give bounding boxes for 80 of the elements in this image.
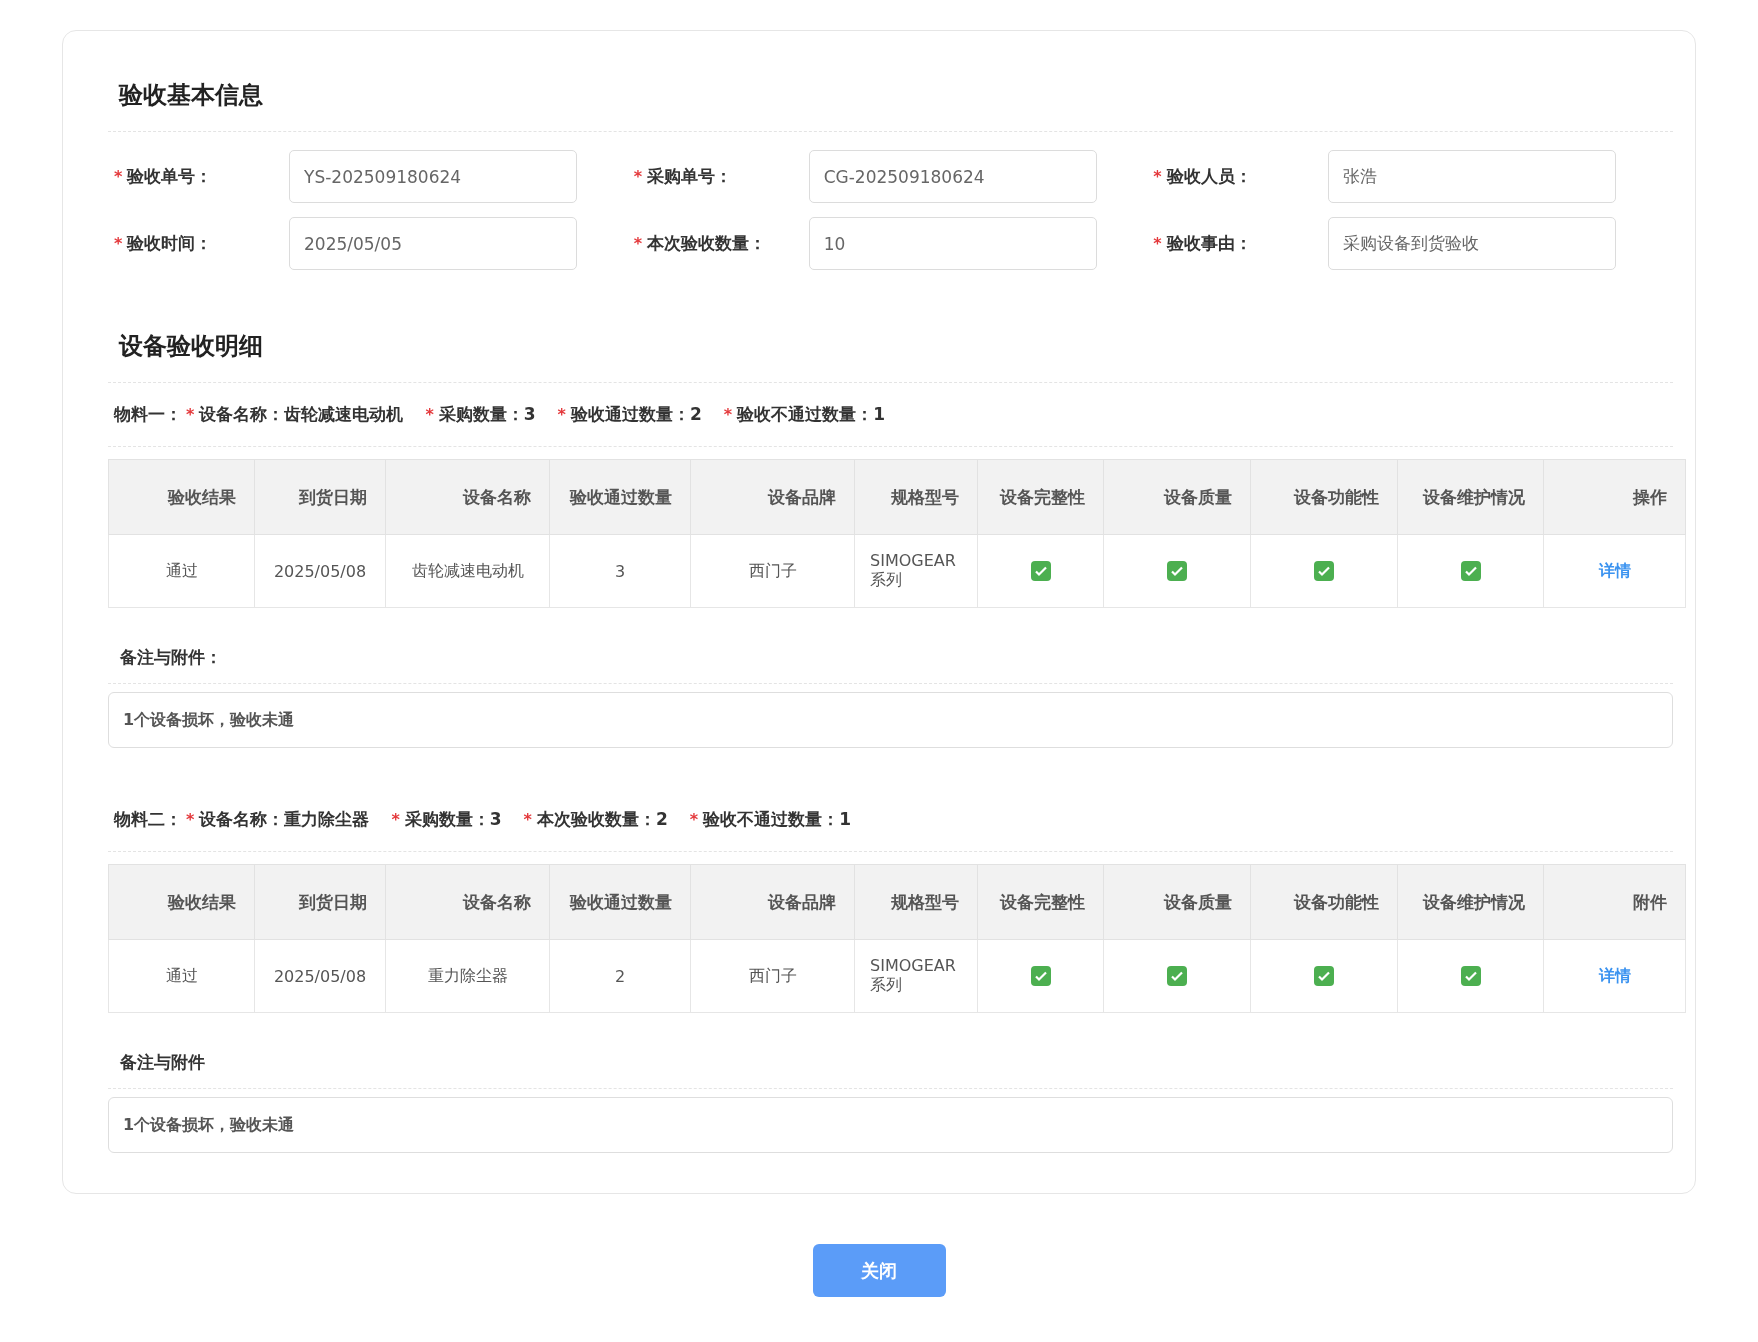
material-summary: * 验收通过数量：2 bbox=[557, 403, 702, 426]
check-icon bbox=[1170, 969, 1184, 984]
check-icon bbox=[1033, 969, 1048, 984]
column-header: 规格型号 bbox=[854, 864, 978, 940]
column-header: 验收结果 bbox=[108, 459, 255, 535]
table-cell: 2025/05/08 bbox=[254, 534, 386, 608]
checkbox[interactable] bbox=[1314, 966, 1334, 987]
check-icon bbox=[1463, 969, 1478, 984]
check-icon bbox=[1317, 969, 1331, 984]
column-header: 设备名称 bbox=[385, 864, 550, 940]
column-header: 设备功能性 bbox=[1250, 864, 1398, 940]
section-title: 设备验收明细 bbox=[108, 320, 1673, 383]
check-icon bbox=[1317, 564, 1331, 579]
checkbox[interactable] bbox=[1314, 561, 1334, 582]
section-title: 验收基本信息 bbox=[108, 69, 1673, 132]
table-cell: 西门子 bbox=[690, 939, 855, 1013]
input-field[interactable]: 采购设备到货验收 bbox=[1328, 217, 1617, 270]
input-field[interactable]: YS-202509180624 bbox=[289, 150, 577, 203]
table-cell: 2025/05/08 bbox=[254, 939, 386, 1013]
material-summary: * 本次验收数量：2 bbox=[523, 808, 668, 831]
table-cell: 通过 bbox=[108, 534, 255, 608]
field-label: * 验收人员： bbox=[1153, 165, 1253, 188]
input-field[interactable]: 2025/05/05 bbox=[289, 217, 577, 270]
table-cell: 西门子 bbox=[690, 534, 855, 608]
checkbox[interactable] bbox=[1167, 561, 1187, 582]
table-cell: 2 bbox=[549, 939, 691, 1013]
column-header: 验收通过数量 bbox=[549, 459, 691, 535]
column-header: 操作 bbox=[1543, 459, 1686, 535]
column-header: 设备质量 bbox=[1103, 864, 1251, 940]
column-header: 设备功能性 bbox=[1250, 459, 1398, 535]
column-header: 设备完整性 bbox=[977, 459, 1104, 535]
notes-label: 备注与附件： bbox=[108, 608, 1673, 684]
material-summary: * 验收不通过数量：1 bbox=[689, 808, 852, 831]
column-header: 设备维护情况 bbox=[1397, 459, 1544, 535]
checkbox[interactable] bbox=[1460, 966, 1481, 987]
field-label: * 采购单号： bbox=[633, 165, 734, 188]
checkbox[interactable] bbox=[1460, 561, 1481, 582]
column-header: 规格型号 bbox=[854, 459, 978, 535]
checkbox[interactable] bbox=[1030, 966, 1051, 987]
checkbox[interactable] bbox=[1167, 966, 1187, 987]
material-summary: * 验收不通过数量：1 bbox=[723, 403, 886, 426]
material-summary: * 采购数量：3 bbox=[391, 808, 502, 831]
notes-field[interactable]: 1个设备损坏，验收未通 bbox=[108, 692, 1673, 748]
checkbox[interactable] bbox=[1030, 561, 1051, 582]
field-label: * 验收时间： bbox=[114, 232, 214, 255]
material-heading: 物料二： bbox=[114, 808, 182, 831]
input-field[interactable]: 10 bbox=[808, 217, 1097, 270]
column-header: 到货日期 bbox=[254, 864, 386, 940]
table-cell: 重力除尘器 bbox=[385, 939, 550, 1013]
field-label: * 验收事由： bbox=[1153, 232, 1253, 255]
table-cell: SIMOGEAR 系列 bbox=[854, 939, 978, 1013]
material-summary: * 设备名称：重力除尘器 bbox=[186, 808, 370, 831]
material-summary: * 采购数量：3 bbox=[425, 403, 536, 426]
column-header: 设备完整性 bbox=[977, 864, 1104, 940]
material-summary: * 设备名称：齿轮减速电动机 bbox=[186, 403, 404, 426]
column-header: 设备品牌 bbox=[690, 864, 855, 940]
column-header: 设备质量 bbox=[1103, 459, 1251, 535]
input-field[interactable]: CG-202509180624 bbox=[808, 150, 1097, 203]
table-cell: 齿轮减速电动机 bbox=[385, 534, 550, 608]
check-icon bbox=[1033, 564, 1048, 579]
table-cell: SIMOGEAR 系列 bbox=[854, 534, 978, 608]
notes-label: 备注与附件 bbox=[108, 1013, 1673, 1089]
field-label: * 验收单号： bbox=[114, 165, 214, 188]
field-label: * 本次验收数量： bbox=[633, 232, 768, 255]
column-header: 验收结果 bbox=[108, 864, 255, 940]
details-link[interactable]: 详情 bbox=[1598, 965, 1631, 985]
check-icon bbox=[1463, 564, 1478, 579]
column-header: 设备名称 bbox=[385, 459, 550, 535]
material-heading: 物料一： bbox=[114, 403, 182, 426]
check-icon bbox=[1170, 564, 1184, 579]
column-header: 附件 bbox=[1543, 864, 1686, 940]
notes-field[interactable]: 1个设备损坏，验收未通 bbox=[108, 1097, 1673, 1153]
column-header: 验收通过数量 bbox=[549, 864, 691, 940]
details-link[interactable]: 详情 bbox=[1598, 560, 1631, 580]
column-header: 设备维护情况 bbox=[1397, 864, 1544, 940]
input-field[interactable]: 张浩 bbox=[1328, 150, 1617, 203]
column-header: 设备品牌 bbox=[690, 459, 855, 535]
column-header: 到货日期 bbox=[254, 459, 386, 535]
table-cell: 3 bbox=[549, 534, 691, 608]
table-cell: 通过 bbox=[108, 939, 255, 1013]
